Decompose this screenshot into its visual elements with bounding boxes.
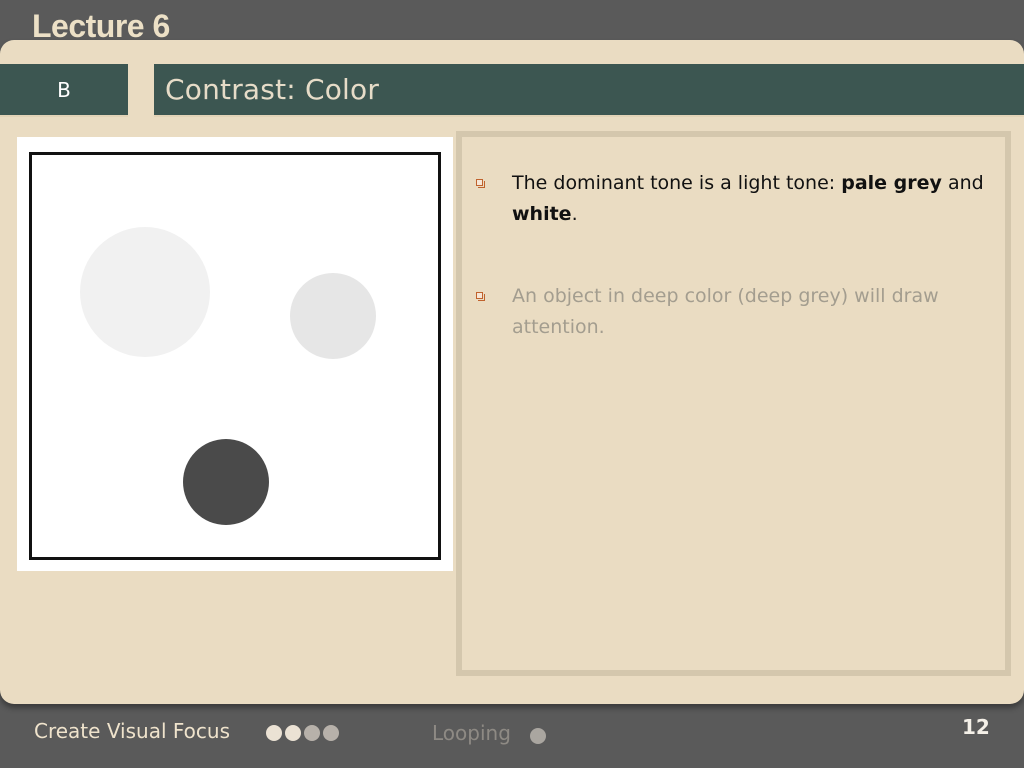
title-bar: Contrast: Color <box>154 64 1024 117</box>
bullet-text: An object in deep color (deep grey) will… <box>512 285 939 338</box>
figure-frame <box>17 137 453 571</box>
progress-dot-active <box>285 725 301 741</box>
bullet-text-part: The dominant tone is a light tone: <box>512 172 842 194</box>
medium-light-grey-circle <box>290 273 376 359</box>
bullet-bold-white: white <box>512 203 572 225</box>
footer-section-name: Create Visual Focus <box>34 719 230 743</box>
bullet-item: An object in deep color (deep grey) will… <box>476 281 986 343</box>
square-bullet-icon <box>476 292 485 301</box>
figure-canvas <box>29 152 441 560</box>
bullet-text-part: and <box>941 172 984 194</box>
deep-grey-circle <box>183 439 269 525</box>
progress-dot-inactive <box>304 725 320 741</box>
section-label: B <box>57 77 71 102</box>
bullet-bold-pale-grey: pale grey <box>841 172 942 194</box>
text-box: The dominant tone is a light tone: pale … <box>456 131 1011 676</box>
section-tab: B <box>0 64 128 117</box>
bullet-text-part: . <box>571 203 578 225</box>
bullet-text: The dominant tone is a light tone: pale … <box>512 168 986 230</box>
next-section-dot <box>530 728 546 744</box>
bullet-item: The dominant tone is a light tone: pale … <box>476 168 986 230</box>
page-number: 12 <box>962 715 990 739</box>
footer-next-section: Looping <box>432 721 511 745</box>
progress-dot-active <box>266 725 282 741</box>
square-bullet-icon <box>476 179 485 188</box>
progress-dot-inactive <box>323 725 339 741</box>
large-pale-grey-circle <box>80 227 210 357</box>
slide-title: Contrast: Color <box>165 73 380 106</box>
